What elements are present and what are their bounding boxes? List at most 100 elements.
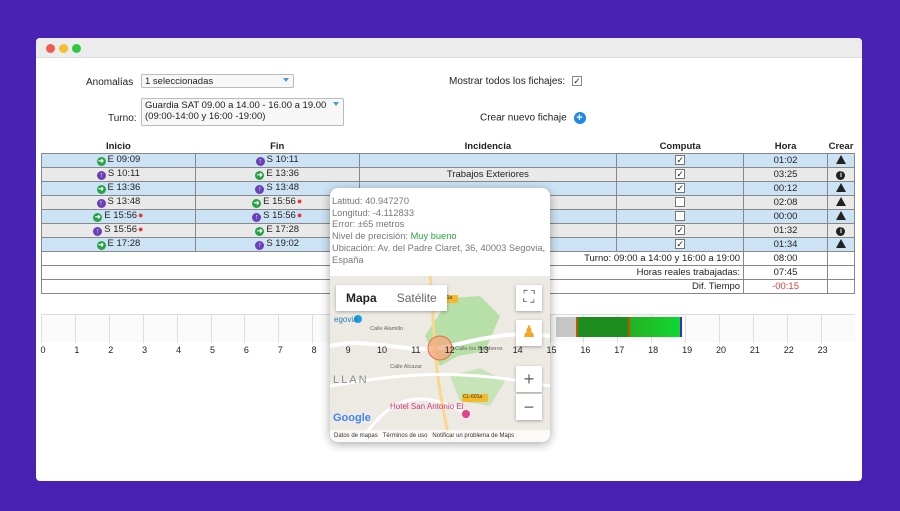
map-report-link[interactable]: Notificar un problema de Maps bbox=[432, 433, 514, 439]
timeline-hour-label: 12 bbox=[444, 345, 455, 355]
timeline-tick bbox=[142, 315, 144, 343]
inicio-cell[interactable]: S 15:56 bbox=[104, 224, 137, 235]
exit-icon: ↑ bbox=[255, 241, 265, 250]
hora-cell: 02:08 bbox=[743, 194, 828, 210]
table-row[interactable]: ↑ S 10:11 ➜ E 13:36 Trabajos Exteriores ✓ … bbox=[41, 166, 856, 182]
entry-icon: ➜ bbox=[255, 171, 265, 180]
inicio-cell[interactable]: E 17:28 bbox=[108, 238, 141, 249]
warning-icon[interactable] bbox=[835, 238, 846, 248]
entry-icon: ➜ bbox=[255, 227, 265, 236]
timeline-hour-label: 1 bbox=[74, 345, 80, 355]
info-icon[interactable]: i bbox=[836, 226, 846, 236]
location-pin-icon[interactable]: ● bbox=[138, 224, 143, 234]
computa-checkbox[interactable]: ✓ bbox=[675, 238, 686, 249]
timeline-tick bbox=[719, 315, 720, 343]
timeline-work-bar[interactable] bbox=[576, 317, 628, 337]
map-type-tabs: Mapa Satélite bbox=[336, 285, 447, 311]
anomalias-label: Anomalías bbox=[86, 77, 134, 88]
header-crear[interactable]: Crear bbox=[827, 140, 854, 153]
timeline-hour-label: 6 bbox=[243, 345, 249, 355]
fin-cell[interactable]: S 10:11 bbox=[267, 154, 299, 165]
fin-cell[interactable]: S 13:48 bbox=[266, 182, 299, 193]
street-view-icon[interactable]: ♟ bbox=[516, 320, 542, 346]
mostrar-fichajes-checkbox[interactable]: ✓ bbox=[572, 76, 582, 86]
incidencia-cell[interactable]: Trabajos Exteriores bbox=[358, 166, 618, 182]
warning-icon[interactable] bbox=[835, 196, 846, 206]
computa-checkbox[interactable]: ✓ bbox=[675, 224, 686, 235]
add-icon[interactable]: + bbox=[573, 112, 586, 124]
header-incidencia[interactable]: Incidencia bbox=[359, 140, 617, 153]
fin-cell[interactable]: E 13:36 bbox=[266, 168, 299, 179]
summary-horas-value: 07:45 bbox=[743, 264, 828, 280]
summary-turno-value: 08:00 bbox=[743, 250, 828, 266]
timeline-hour-label: 20 bbox=[715, 345, 726, 355]
map-data-link[interactable]: Datos de mapas bbox=[334, 433, 378, 439]
fin-cell[interactable]: E 15:56 bbox=[263, 196, 296, 207]
info-icon[interactable]: i bbox=[836, 170, 846, 180]
timeline-tick bbox=[820, 315, 822, 343]
inicio-cell[interactable]: S 13:48 bbox=[108, 196, 141, 207]
timeline-tick bbox=[108, 315, 110, 343]
chevron-down-icon bbox=[333, 102, 339, 106]
minimize-window-button[interactable] bbox=[59, 44, 68, 53]
hora-cell: 01:32 bbox=[743, 222, 828, 238]
map-view[interactable]: egovia Hotel San Antonio El CL-601a CL-6… bbox=[330, 276, 550, 442]
inicio-cell[interactable]: E 15:56 bbox=[104, 210, 137, 221]
location-pin-icon[interactable]: ● bbox=[297, 196, 302, 206]
header-fin[interactable]: Fin bbox=[195, 140, 359, 153]
hora-cell: 01:34 bbox=[743, 236, 828, 252]
entry-icon: ➜ bbox=[93, 213, 103, 222]
fullscreen-icon[interactable]: ⛶ bbox=[516, 285, 542, 311]
close-window-button[interactable] bbox=[46, 44, 55, 53]
header-hora[interactable]: Hora bbox=[744, 140, 828, 153]
location-pin-icon[interactable]: ● bbox=[138, 210, 143, 220]
inicio-cell[interactable]: E 13:36 bbox=[108, 182, 141, 193]
map-road-label: CL-601a bbox=[463, 394, 483, 400]
tab-mapa[interactable]: Mapa bbox=[336, 285, 387, 311]
computa-checkbox[interactable]: ✓ bbox=[675, 182, 686, 193]
timeline-hour-label: 5 bbox=[209, 345, 215, 355]
fin-cell[interactable]: S 19:02 bbox=[266, 238, 299, 249]
zoom-in-button[interactable]: + bbox=[516, 366, 542, 392]
warning-icon[interactable] bbox=[835, 154, 846, 164]
turno-select[interactable]: Guardia SAT 09.00 a 14.00 - 16.00 a 19.0… bbox=[141, 98, 344, 126]
location-pin-icon[interactable]: ● bbox=[297, 210, 302, 220]
fin-cell[interactable]: S 15:56 bbox=[263, 210, 296, 221]
table-row[interactable]: ➜ E 09:09 ↑ S 10:11 ✓ 01:02 bbox=[41, 152, 856, 168]
inicio-cell[interactable]: E 09:09 bbox=[108, 154, 141, 165]
warning-icon[interactable] bbox=[835, 182, 846, 192]
timeline-hour-label: 17 bbox=[614, 345, 625, 355]
hora-cell: 00:12 bbox=[743, 180, 828, 196]
computa-checkbox[interactable]: ✓ bbox=[675, 154, 686, 165]
summary-dif-value: -00:15 bbox=[743, 278, 828, 294]
timeline-work-bar[interactable] bbox=[628, 317, 682, 337]
entry-icon: ➜ bbox=[252, 199, 262, 208]
turno-value-line2: (09:00-14:00 y 16:00 -19:00) bbox=[145, 111, 266, 122]
hora-cell: 01:02 bbox=[743, 152, 828, 168]
crear-fichaje-label: Crear nuevo fichaje bbox=[480, 112, 567, 124]
entry-icon: ➜ bbox=[96, 241, 106, 250]
fin-cell[interactable]: E 17:28 bbox=[266, 224, 299, 235]
header-inicio[interactable]: Inicio bbox=[42, 140, 196, 153]
map-terms-link[interactable]: Términos de uso bbox=[383, 433, 428, 439]
anomalias-select[interactable]: 1 seleccionadas bbox=[141, 74, 294, 88]
computa-checkbox[interactable] bbox=[675, 196, 686, 207]
timeline-hour-label: 22 bbox=[783, 345, 794, 355]
inicio-cell[interactable]: S 10:11 bbox=[108, 168, 140, 179]
computa-checkbox[interactable]: ✓ bbox=[675, 168, 686, 179]
incidencia-cell[interactable] bbox=[358, 152, 618, 168]
zoom-out-button[interactable]: − bbox=[516, 394, 542, 420]
latitud-text: Latitud: 40.947270 bbox=[332, 196, 410, 206]
header-computa[interactable]: Computa bbox=[617, 140, 744, 153]
maximize-window-button[interactable] bbox=[72, 44, 81, 53]
warning-icon[interactable] bbox=[835, 210, 846, 220]
map-footer: Datos de mapas Términos de uso Notificar… bbox=[330, 430, 550, 442]
map-place-segovia: egovia bbox=[334, 315, 358, 324]
tab-satelite[interactable]: Satélite bbox=[387, 285, 447, 311]
computa-checkbox[interactable] bbox=[675, 210, 686, 221]
exit-icon: ↑ bbox=[252, 213, 262, 222]
timeline-tick bbox=[685, 315, 687, 343]
crear-fichaje-link[interactable]: Crear nuevo fichaje + bbox=[480, 112, 586, 124]
table-header: Inicio Fin Incidencia Computa Hora Crear bbox=[42, 140, 855, 153]
window-titlebar bbox=[36, 38, 862, 58]
